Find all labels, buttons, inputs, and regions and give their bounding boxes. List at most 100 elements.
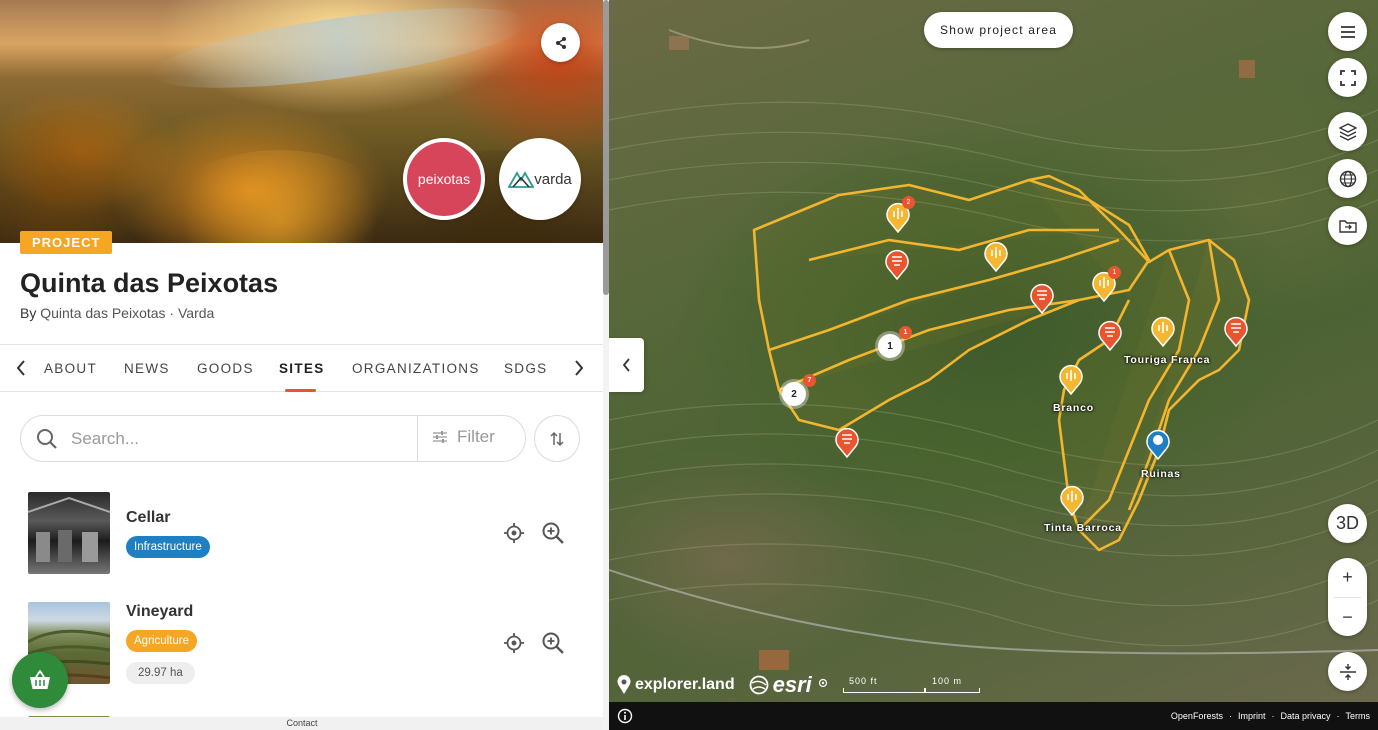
site-name: Cellar	[126, 509, 171, 526]
3d-toggle-button[interactable]: 3D	[1328, 504, 1367, 543]
locate-site-button[interactable]	[501, 520, 527, 546]
site-marker-yellow-pin[interactable]	[983, 240, 1009, 272]
tab-sdgs[interactable]: SDGS	[504, 345, 547, 392]
zoom-in-search-icon	[542, 522, 564, 544]
site-area-badge: 29.97 ha	[126, 662, 195, 684]
varda-logo[interactable]: varda	[499, 138, 581, 220]
compare-view-button[interactable]	[1328, 206, 1367, 245]
contact-link[interactable]: Contact	[286, 718, 317, 728]
site-marker-yellow-pin[interactable]	[1058, 363, 1084, 395]
folder-compare-icon	[1338, 219, 1357, 233]
org-link-varda[interactable]: Varda	[178, 305, 214, 321]
info-icon[interactable]	[617, 708, 633, 724]
list-item[interactable]: Vineyard Agriculture 29.97 ha	[0, 594, 604, 694]
tab-news[interactable]: NEWS	[124, 345, 170, 392]
site-thumbnail	[28, 492, 110, 574]
3d-label: 3D	[1335, 513, 1359, 533]
site-marker-red-pin[interactable]	[1223, 315, 1249, 347]
fullscreen-button[interactable]	[1328, 58, 1367, 97]
shop-basket-button[interactable]	[12, 652, 68, 708]
sort-button[interactable]	[534, 415, 580, 462]
project-hero-image: peixotas varda	[0, 0, 604, 243]
map-menu-button[interactable]	[1328, 12, 1367, 51]
tab-goods[interactable]: GOODS	[197, 345, 254, 392]
map-label-tinta-barroca: Tinta Barroca	[1044, 522, 1122, 534]
byline-prefix: By	[20, 305, 37, 321]
chevron-left-icon	[16, 360, 25, 376]
map-label-ruinas: Ruinas	[1141, 468, 1181, 480]
list-item[interactable]: Cellar Infrastructure	[0, 484, 604, 584]
map-label-branco: Branco	[1053, 402, 1094, 414]
marker-cluster[interactable]: 2 7	[782, 374, 816, 406]
site-marker-yellow-pin[interactable]	[1150, 315, 1176, 347]
attribution-data-privacy[interactable]: Data privacy	[1280, 711, 1330, 721]
chevron-left-icon	[622, 358, 630, 372]
explorer-land-logo[interactable]: explorer.land	[617, 675, 735, 695]
locate-site-button[interactable]	[501, 630, 527, 656]
basemap-globe-button[interactable]	[1328, 159, 1367, 198]
byline-separator: ·	[169, 305, 175, 321]
org-link-peixotas[interactable]: Quinta das Peixotas	[40, 305, 165, 321]
attribution-openforests[interactable]: OpenForests	[1171, 711, 1223, 721]
scale-right-label: 100 m	[932, 676, 963, 686]
marker-count-badge: 1	[1108, 266, 1121, 279]
zoom-to-site-button[interactable]	[540, 520, 566, 546]
project-badge: PROJECT	[20, 231, 113, 254]
esri-logo[interactable]: esri	[749, 672, 812, 698]
layers-button[interactable]	[1328, 112, 1367, 151]
locate-icon	[504, 523, 524, 543]
share-button[interactable]	[541, 23, 580, 62]
map-view[interactable]: Show project area 3D + − 2 1 1 1 2 7 Tou…	[609, 0, 1378, 730]
site-marker-yellow-pin[interactable]	[1059, 484, 1085, 516]
peixotas-logo[interactable]: peixotas	[403, 138, 485, 220]
menu-icon	[1340, 25, 1355, 38]
tab-sites[interactable]: SITES	[279, 345, 325, 392]
collapse-panel-button[interactable]	[609, 338, 644, 392]
cluster-count: 1	[887, 340, 893, 352]
attribution-links: OpenForests · Imprint · Data privacy · T…	[1171, 711, 1370, 721]
search-input[interactable]	[71, 426, 401, 452]
tab-about[interactable]: ABOUT	[44, 345, 97, 392]
zoom-out-button[interactable]: −	[1328, 598, 1367, 637]
attribution-imprint[interactable]: Imprint	[1238, 711, 1266, 721]
contact-bar[interactable]: Contact	[0, 717, 604, 730]
globe-icon	[1339, 170, 1356, 187]
tabs-scroll-right-button[interactable]	[568, 357, 590, 379]
fullscreen-icon	[1339, 69, 1356, 86]
zoom-control: + −	[1328, 558, 1367, 636]
esri-text: esri	[772, 672, 812, 697]
tabs-scroll-left-button[interactable]	[10, 357, 32, 379]
site-marker-red-pin[interactable]	[884, 248, 910, 280]
filter-button[interactable]: Filter	[433, 427, 495, 447]
globe-logo-icon	[749, 675, 768, 695]
filter-sliders-icon	[433, 431, 447, 443]
sort-icon	[550, 431, 564, 446]
site-search: Filter	[20, 415, 526, 462]
attribution-sep: ·	[1271, 711, 1275, 721]
marker-count-badge: 2	[902, 196, 915, 209]
attribution-terms[interactable]: Terms	[1346, 711, 1371, 721]
project-panel: peixotas varda PROJECT Quinta das Peixot…	[0, 0, 604, 730]
site-name: Vineyard	[126, 603, 194, 620]
zoom-in-button[interactable]: +	[1328, 558, 1367, 597]
fit-bounds-button[interactable]	[1328, 652, 1367, 691]
attribution-sep: ·	[1228, 711, 1232, 721]
map-attribution-bar: OpenForests · Imprint · Data privacy · T…	[609, 702, 1378, 730]
site-marker-red-pin[interactable]	[1029, 282, 1055, 314]
attribution-sep: ·	[1336, 711, 1340, 721]
site-marker-red-pin[interactable]	[1097, 319, 1123, 351]
byline: By Quinta das Peixotas · Varda	[20, 305, 214, 321]
layers-icon	[1338, 122, 1357, 141]
map-label-touriga-franca: Touriga Franca	[1124, 354, 1211, 366]
zoom-to-site-button[interactable]	[540, 630, 566, 656]
page-title: Quinta das Peixotas	[20, 268, 279, 298]
site-marker-blue-pin[interactable]	[1145, 428, 1171, 460]
tab-organizations[interactable]: ORGANIZATIONS	[352, 345, 480, 392]
site-marker-red-pin[interactable]	[834, 426, 860, 458]
site-category-badge: Infrastructure	[126, 536, 210, 558]
tab-bar: ABOUT NEWS GOODS SITES ORGANIZATIONS SDG…	[0, 344, 604, 392]
active-tab-indicator	[285, 389, 316, 392]
show-project-area-button[interactable]: Show project area	[924, 12, 1074, 48]
scale-left-label: 500 ft	[849, 676, 878, 686]
marker-cluster[interactable]: 1 1	[878, 326, 912, 358]
